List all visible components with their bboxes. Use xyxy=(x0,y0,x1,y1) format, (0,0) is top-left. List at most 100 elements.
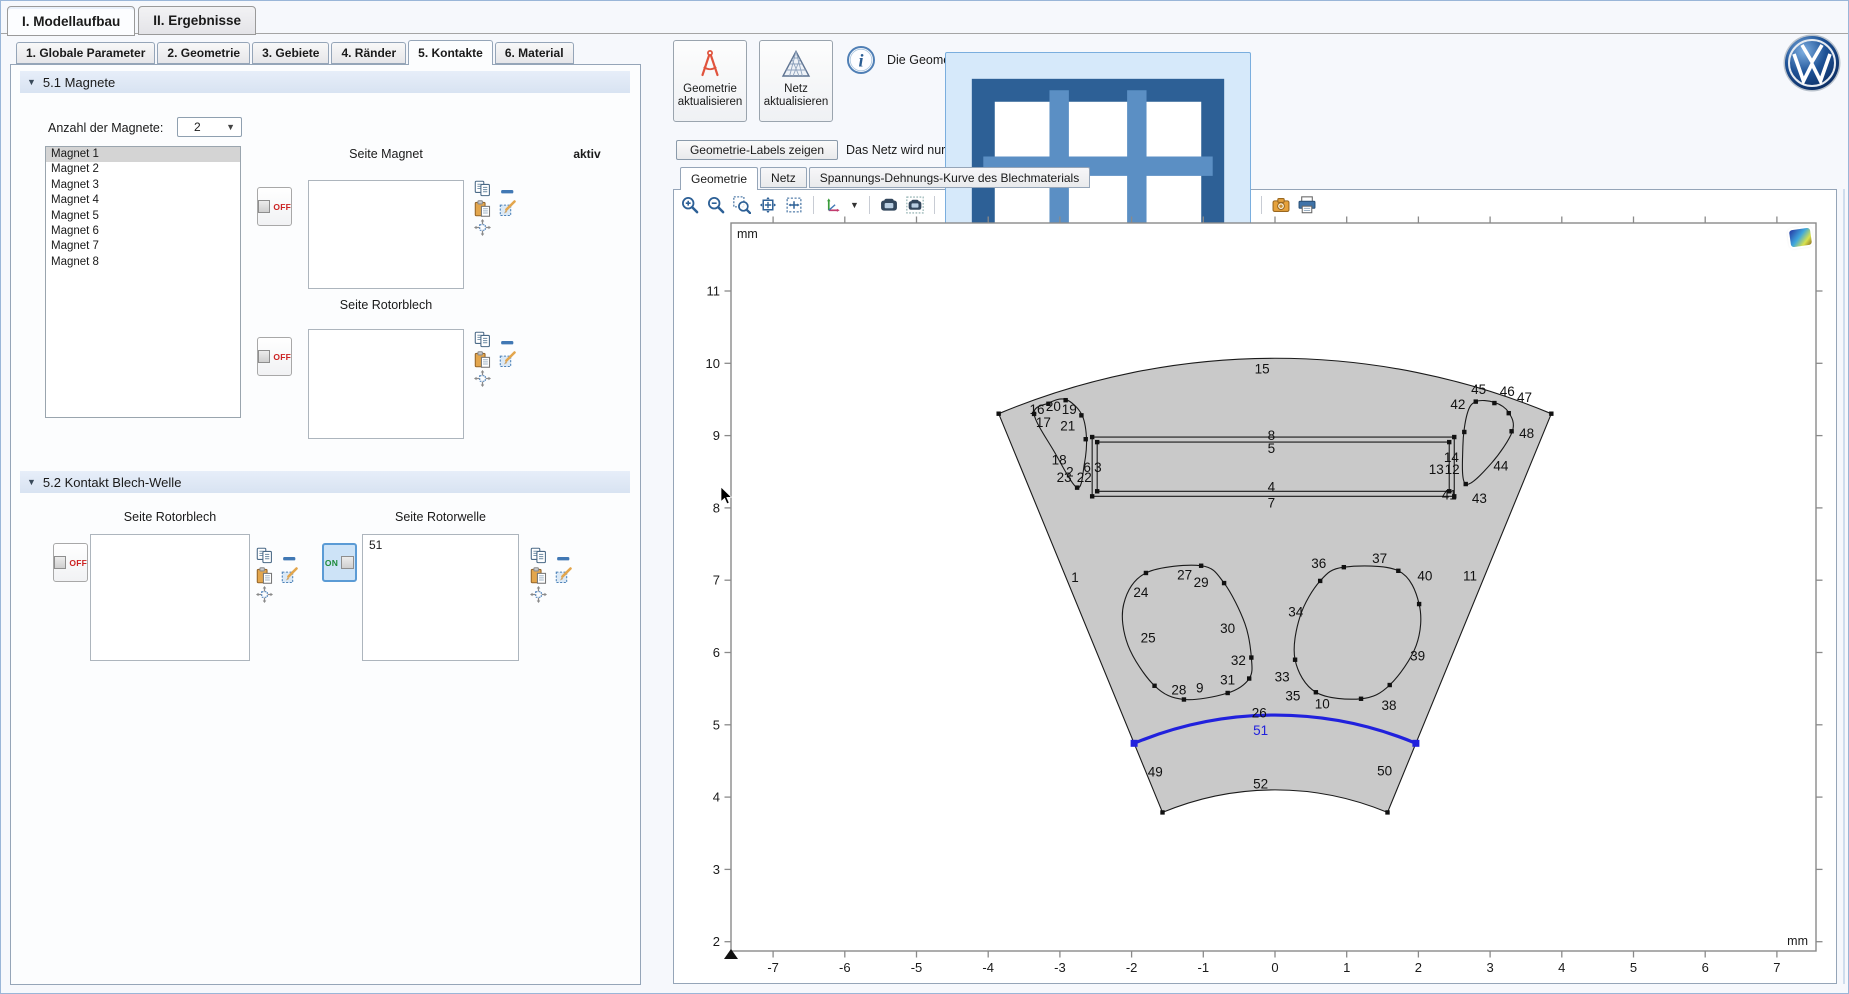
toggle-seite-rotorblech[interactable]: OFF xyxy=(257,337,292,376)
zoom-to-selection-icon[interactable] xyxy=(785,196,803,214)
svg-text:0: 0 xyxy=(1271,960,1278,975)
clear-selection-icon[interactable] xyxy=(555,567,572,584)
snapshot-icon[interactable] xyxy=(1272,196,1290,214)
remove-selection-icon[interactable] xyxy=(499,334,516,351)
svg-text:13: 13 xyxy=(1429,462,1444,477)
view-axis-icon[interactable] xyxy=(824,196,842,214)
remove-selection-icon[interactable] xyxy=(281,550,298,567)
magnet-list-item[interactable]: Magnet 6 xyxy=(46,224,240,239)
tab-ii-ergebnisse[interactable]: II. Ergebnisse xyxy=(138,6,256,35)
view-tab-spannungs-dehnungs-kurve-des-blechmaterials[interactable]: Spannungs-Dehnungs-Kurve des Blechmateri… xyxy=(809,167,1090,188)
section-header-kontakt[interactable]: ▼ 5.2 Kontakt Blech-Welle xyxy=(20,471,630,493)
geometry-plot[interactable]: -7-6-5-4-3-2-101234567234567891011mmmm12… xyxy=(677,213,1835,983)
export-image-icon[interactable] xyxy=(880,196,898,214)
plot-thumbnail-icon[interactable] xyxy=(1789,228,1812,248)
copy-selection-icon[interactable] xyxy=(256,547,273,564)
view-tab-geometrie[interactable]: Geometrie xyxy=(680,167,758,190)
clear-selection-icon[interactable] xyxy=(499,351,516,368)
paste-selection-icon[interactable] xyxy=(474,351,491,368)
svg-text:42: 42 xyxy=(1450,397,1465,412)
toggle-seite-magnet[interactable]: OFF xyxy=(257,187,292,226)
magnet-count-dropdown[interactable]: 2 ▼ xyxy=(177,117,242,137)
svg-text:48: 48 xyxy=(1519,426,1534,441)
clear-selection-icon[interactable] xyxy=(281,567,298,584)
zoom-extents-icon[interactable] xyxy=(759,196,777,214)
svg-text:2: 2 xyxy=(1415,960,1422,975)
copy-selection-icon[interactable] xyxy=(474,180,491,197)
tab-4-ränder[interactable]: 4. Ränder xyxy=(331,42,406,64)
paste-selection-icon[interactable] xyxy=(530,567,547,584)
svg-text:47: 47 xyxy=(1517,390,1532,405)
zoom-to-selection-icon[interactable] xyxy=(474,370,491,387)
copy-selection-icon[interactable] xyxy=(530,547,547,564)
tab-3-gebiete[interactable]: 3. Gebiete xyxy=(252,42,329,64)
svg-text:14: 14 xyxy=(1444,450,1460,465)
zoom-to-selection-icon[interactable] xyxy=(474,219,491,236)
magnet-list-item[interactable]: Magnet 4 xyxy=(46,193,240,208)
magnet-list-item[interactable]: Magnet 5 xyxy=(46,209,240,224)
update-geometry-button[interactable]: Geometrie aktualisieren xyxy=(673,40,747,122)
print-icon[interactable] xyxy=(1298,196,1316,214)
toggle-seite-rotorwelle[interactable]: ON xyxy=(322,543,357,582)
magnet-list[interactable]: Magnet 1Magnet 2Magnet 3Magnet 4Magnet 5… xyxy=(45,146,241,418)
magnet-list-item[interactable]: Magnet 3 xyxy=(46,178,240,193)
svg-text:3: 3 xyxy=(713,862,720,877)
svg-text:8: 8 xyxy=(713,500,720,515)
selection-box-seite-rotorwelle[interactable]: 51 xyxy=(362,534,519,661)
group-title-kontakt-rotorblech: Seite Rotorblech xyxy=(90,510,250,524)
svg-text:1: 1 xyxy=(1343,960,1350,975)
selection-content xyxy=(309,181,463,184)
svg-text:5: 5 xyxy=(1630,960,1637,975)
svg-text:15: 15 xyxy=(1255,362,1270,377)
zoom-in-icon[interactable] xyxy=(681,196,699,214)
svg-text:23: 23 xyxy=(1057,470,1072,485)
svg-text:-4: -4 xyxy=(982,960,994,975)
view-tab-netz[interactable]: Netz xyxy=(760,167,807,188)
tab-5-kontakte[interactable]: 5. Kontakte xyxy=(408,40,493,65)
toggle-kontakt-rotorblech[interactable]: OFF xyxy=(53,543,88,582)
info-icon: i xyxy=(846,45,876,75)
svg-text:-1: -1 xyxy=(1198,960,1210,975)
tab-1-globale-parameter[interactable]: 1. Globale Parameter xyxy=(16,42,155,64)
tab-2-geometrie[interactable]: 2. Geometrie xyxy=(157,42,250,64)
panel-gutter xyxy=(1843,189,1845,984)
chevron-down-icon[interactable]: ▼ xyxy=(850,200,859,210)
update-mesh-button[interactable]: Netz aktualisieren xyxy=(759,40,833,122)
svg-text:4: 4 xyxy=(1558,960,1565,975)
magnet-list-item[interactable]: Magnet 8 xyxy=(46,255,240,270)
zoom-to-selection-icon[interactable] xyxy=(530,586,547,603)
selection-box-seite-magnet[interactable] xyxy=(308,180,464,289)
tab-6-material[interactable]: 6. Material xyxy=(495,42,574,64)
svg-text:28: 28 xyxy=(1171,683,1186,698)
svg-text:21: 21 xyxy=(1060,419,1075,434)
zoom-to-selection-icon[interactable] xyxy=(256,586,273,603)
paste-selection-icon[interactable] xyxy=(256,567,273,584)
svg-text:34: 34 xyxy=(1288,605,1304,620)
clear-selection-icon[interactable] xyxy=(499,200,516,217)
copy-selection-icon[interactable] xyxy=(474,331,491,348)
tab-i-modellaufbau[interactable]: I. Modellaufbau xyxy=(7,6,135,36)
svg-text:10: 10 xyxy=(1315,696,1330,711)
remove-selection-icon[interactable] xyxy=(499,183,516,200)
toggle-knob xyxy=(258,350,270,363)
selection-box-kontakt-rotorblech[interactable] xyxy=(90,534,250,661)
export-animation-icon[interactable] xyxy=(906,196,924,214)
magnet-list-item[interactable]: Magnet 2 xyxy=(46,162,240,177)
paste-selection-icon[interactable] xyxy=(474,200,491,217)
svg-text:3: 3 xyxy=(1486,960,1493,975)
svg-text:5: 5 xyxy=(713,717,720,732)
window-tab-bar: I. ModellaufbauII. Ergebnisse xyxy=(7,6,259,36)
svg-text:31: 31 xyxy=(1220,672,1235,687)
magnet-list-item[interactable]: Magnet 7 xyxy=(46,239,240,254)
svg-text:7: 7 xyxy=(1268,495,1276,510)
magnet-list-item[interactable]: Magnet 1 xyxy=(46,147,240,162)
svg-text:4: 4 xyxy=(713,790,720,805)
show-geometry-labels-button[interactable]: Geometrie-Labels zeigen xyxy=(676,140,838,160)
zoom-out-icon[interactable] xyxy=(707,196,725,214)
zoom-box-icon[interactable] xyxy=(733,196,751,214)
remove-selection-icon[interactable] xyxy=(555,550,572,567)
aktiv-label: aktiv xyxy=(566,147,608,161)
selection-box-seite-rotorblech[interactable] xyxy=(308,329,464,439)
section-header-magnete[interactable]: ▼ 5.1 Magnete xyxy=(20,71,630,93)
toggle-state-label: OFF xyxy=(273,202,291,212)
